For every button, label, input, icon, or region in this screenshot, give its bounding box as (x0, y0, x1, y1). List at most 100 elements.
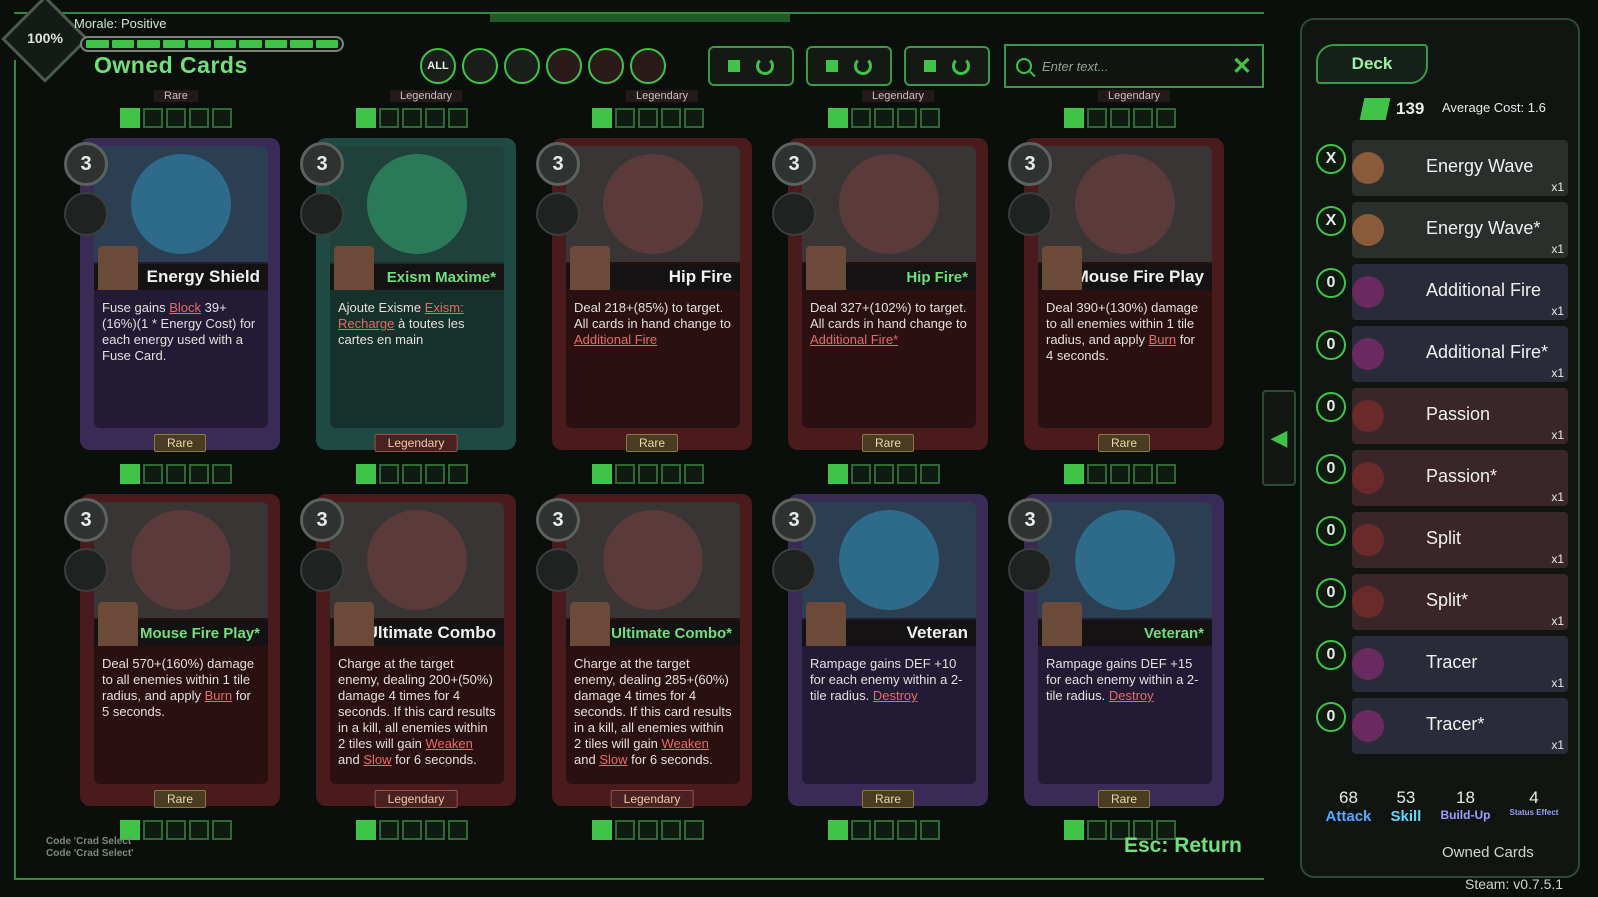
upgrade-pip (189, 464, 209, 484)
card-cost: 3 (772, 498, 816, 542)
character-avatar (1352, 214, 1384, 246)
deck-count-value: 139 (1396, 99, 1425, 118)
deck-item-name: Additional Fire* (1426, 342, 1549, 362)
card-rarity: Rare (625, 434, 679, 452)
toggle-switch-1[interactable] (708, 46, 794, 86)
frame-top-notch (490, 14, 790, 22)
card-art-icon (839, 154, 939, 254)
deck-item-name: Passion* (1426, 466, 1498, 486)
card-cost: 3 (1008, 142, 1052, 186)
keyword-link[interactable]: Additional Fire (574, 332, 657, 347)
card-description: Fuse gains Block 39+(16%)(1 * Energy Cos… (102, 300, 260, 364)
morale-segment (137, 40, 160, 48)
keyword-link[interactable]: Weaken (661, 736, 708, 751)
upgrade-pip (189, 108, 209, 128)
card[interactable]: 3 Hip Fire* Deal 327+(102%) to target. All… (772, 138, 988, 452)
upgrade-pip (684, 464, 704, 484)
card-slot (536, 192, 580, 236)
keyword-link[interactable]: Slow (363, 752, 391, 767)
card[interactable]: 3 Ultimate Combo* Charge at the target ene… (536, 494, 752, 808)
upgrade-pips (356, 464, 468, 484)
square-icon (924, 60, 936, 72)
keyword-link[interactable]: Block (169, 300, 201, 315)
partial-card-rarity: Rare (154, 90, 198, 102)
upgrade-pip (828, 464, 848, 484)
deck-item[interactable]: X Energy Wave* x1 (1316, 202, 1568, 258)
card[interactable]: 3 Energy Shield Fuse gains Block 39+(16%)(… (64, 138, 280, 452)
chevron-left-icon: ◀ (1270, 425, 1288, 450)
deck-item[interactable]: 0 Passion* x1 (1316, 450, 1568, 506)
deck-tab[interactable]: Deck (1316, 44, 1428, 84)
filter-button[interactable] (462, 48, 498, 84)
card[interactable]: 3 Mouse Fire Play* Deal 570+(160%) damage … (64, 494, 280, 808)
upgrade-pip (592, 820, 612, 840)
upgrade-pip (1133, 108, 1153, 128)
deck-item[interactable]: 0 Tracer x1 (1316, 636, 1568, 692)
card[interactable]: 3 Exism Maxime* Ajoute Exisme Exism: Recha… (300, 138, 516, 452)
filter-button[interactable] (504, 48, 540, 84)
clear-icon[interactable]: ✕ (1232, 52, 1252, 81)
deck-item-cost: 0 (1316, 330, 1346, 360)
upgrade-pip (851, 464, 871, 484)
card-description: Deal 390+(130%) damage to all enemies wi… (1046, 300, 1204, 364)
card[interactable]: 3 Veteran Rampage gains DEF +10 for each e… (772, 494, 988, 808)
page-title: Owned Cards (94, 52, 248, 78)
toggle-switch-2[interactable] (806, 46, 892, 86)
code-line: Code 'Crad Select' (46, 836, 134, 847)
card-face: Ultimate Combo Charge at the target enemy… (330, 502, 504, 784)
character-avatar (334, 602, 374, 646)
upgrade-pip (1064, 464, 1084, 484)
card-art-icon (603, 154, 703, 254)
deck-item-name: Tracer (1426, 652, 1478, 672)
keyword-link[interactable]: Burn (205, 688, 232, 703)
deck-item[interactable]: 0 Additional Fire x1 (1316, 264, 1568, 320)
morale-bar (80, 36, 344, 52)
deck-item[interactable]: 0 Additional Fire* x1 (1316, 326, 1568, 382)
deck-item[interactable]: 0 Tracer* x1 (1316, 698, 1568, 754)
deck-item-qty: x1 (1551, 490, 1564, 504)
filter-button[interactable] (630, 48, 666, 84)
toggle-switch-3[interactable] (904, 46, 990, 86)
card-cost: 3 (64, 498, 108, 542)
card[interactable]: 3 Ultimate Combo Charge at the target enem… (300, 494, 516, 808)
collapse-panel-button[interactable]: ◀ (1262, 390, 1296, 486)
filter-bar: ALL (420, 48, 666, 84)
character-avatar (98, 602, 138, 646)
deck-item-name: Energy Wave* (1426, 218, 1541, 238)
keyword-link[interactable]: Weaken (425, 736, 472, 751)
keyword-link[interactable]: Destroy (1109, 688, 1154, 703)
upgrade-pip (638, 108, 658, 128)
upgrade-pip (1133, 464, 1153, 484)
card-rarity: Rare (861, 434, 915, 452)
esc-return-hint[interactable]: Esc: Return (1124, 834, 1242, 858)
character-avatar (1352, 710, 1384, 742)
upgrade-pip (356, 464, 376, 484)
upgrade-pip (920, 820, 940, 840)
keyword-link[interactable]: Additional Fire* (810, 332, 898, 347)
keyword-link[interactable]: Destroy (873, 688, 918, 703)
card-art (94, 502, 268, 618)
card-rarity: Legendary (374, 790, 458, 808)
upgrade-pip (448, 108, 468, 128)
deck-item[interactable]: 0 Passion x1 (1316, 388, 1568, 444)
card[interactable]: 3 Hip Fire Deal 218+(85%) to target. All c… (536, 138, 752, 452)
deck-item-name: Split (1426, 528, 1462, 548)
card-face: Exism Maxime* Ajoute Exisme Exism: Rechar… (330, 146, 504, 428)
upgrade-pip (874, 108, 894, 128)
character-avatar (1042, 246, 1082, 290)
stat-value: 53 (1396, 788, 1416, 807)
filter-button[interactable] (546, 48, 582, 84)
search-input[interactable] (1042, 58, 1232, 74)
card-rarity: Rare (153, 434, 207, 452)
filter-button[interactable]: ALL (420, 48, 456, 84)
card[interactable]: 3 Veteran* Rampage gains DEF +15 for each … (1008, 494, 1224, 808)
deck-item[interactable]: 0 Split x1 (1316, 512, 1568, 568)
deck-item[interactable]: 0 Split* x1 (1316, 574, 1568, 630)
card-rarity: Legendary (374, 434, 458, 452)
card-art-icon (603, 510, 703, 610)
filter-button[interactable] (588, 48, 624, 84)
card[interactable]: 3 Mouse Fire Play Deal 390+(130%) damage t… (1008, 138, 1224, 452)
deck-item[interactable]: X Energy Wave x1 (1316, 140, 1568, 196)
keyword-link[interactable]: Burn (1149, 332, 1176, 347)
keyword-link[interactable]: Slow (599, 752, 627, 767)
